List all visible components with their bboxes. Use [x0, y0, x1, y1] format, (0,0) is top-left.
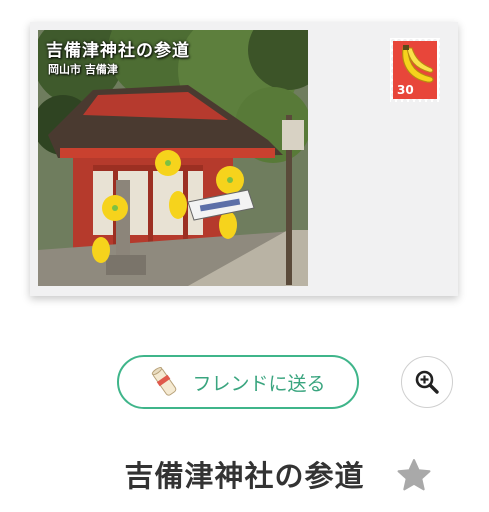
photo-title: 吉備津神社の参道	[46, 41, 190, 61]
star-icon	[397, 459, 431, 491]
stamp-value: 30	[397, 83, 414, 97]
favorite-button[interactable]	[396, 458, 432, 496]
zoom-in-icon	[415, 370, 439, 394]
postcard-photo: 吉備津神社の参道 岡山市 吉備津	[38, 30, 308, 286]
scroll-icon	[150, 365, 178, 399]
banana-icon	[402, 45, 434, 83]
send-to-friend-button[interactable]: フレンドに送る	[117, 355, 359, 409]
zoom-button[interactable]	[401, 356, 453, 408]
photo-location: 岡山市 吉備津	[48, 63, 118, 76]
send-to-friend-label: フレンドに送る	[192, 372, 326, 395]
postcard[interactable]: 吉備津神社の参道 岡山市 吉備津 30	[30, 22, 458, 296]
postage-stamp: 30	[390, 38, 440, 102]
stamp-face: 30	[393, 41, 437, 99]
